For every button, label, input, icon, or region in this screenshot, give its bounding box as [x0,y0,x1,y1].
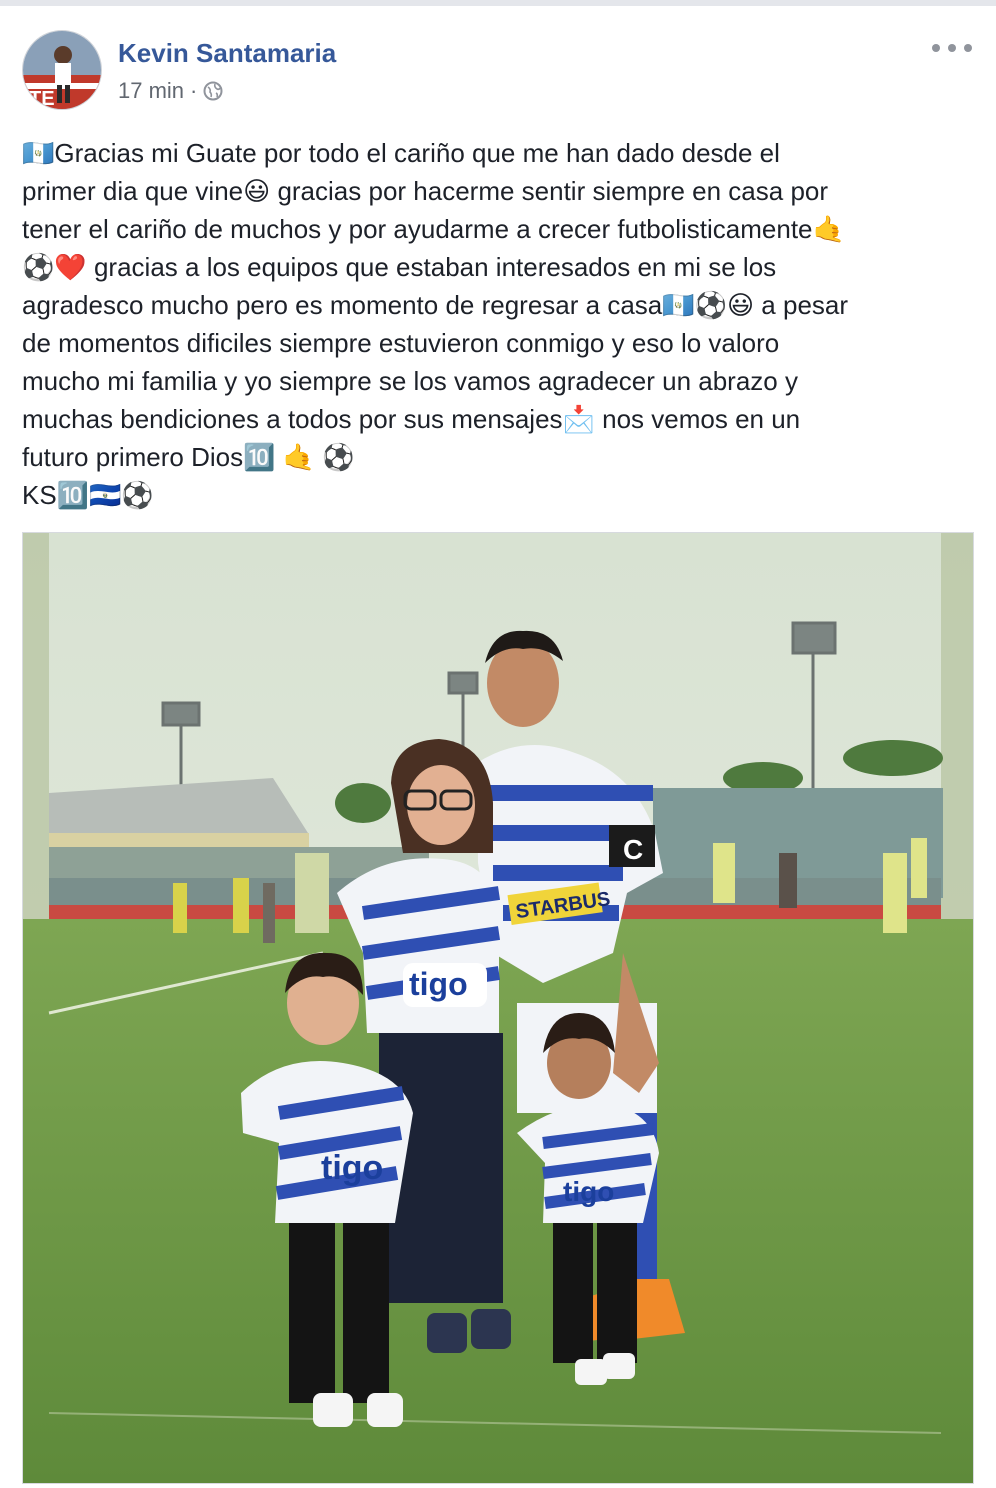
more-dot [932,44,940,52]
post-message: 🇬🇹Gracias mi Guate por todo el cariño qu… [22,134,972,514]
message-line: 🇬🇹Gracias mi Guate por todo el cariño qu… [22,138,780,168]
post-header: TE Kevin Santamaria 17 min · [22,30,972,114]
more-dot [948,44,956,52]
girl-left-sponsor-label: tigo [321,1149,383,1187]
avatar[interactable]: TE [22,30,102,110]
message-line: futuro primero Dios🔟 🤙 ⚽ [22,442,355,472]
woman-sponsor-label: tigo [409,966,468,1002]
author-name[interactable]: Kevin Santamaria [118,38,336,69]
facebook-post: TE Kevin Santamaria 17 min · 🇬🇹Gracias m… [0,6,996,1488]
post-timestamp[interactable]: 17 min [118,78,184,104]
post-photo[interactable]: C STARBUS tigo tigo tigo [22,532,974,1484]
message-line: tener el cariño de muchos y por ayudarme… [22,214,845,244]
svg-text:TE: TE [29,88,55,110]
more-dot [964,44,972,52]
globe-icon[interactable] [203,81,223,101]
message-line: agradesco mucho pero es momento de regre… [22,290,849,320]
meta-separator: · [190,78,198,103]
message-line: ⚽❤️ gracias a los equipos que estaban in… [22,252,777,282]
post-meta: 17 min · [118,78,223,104]
message-line: KS🔟🇸🇻⚽ [22,480,154,510]
message-line: mucho mi familia y yo siempre se los vam… [22,366,798,396]
girl-right-sponsor-label: tigo [563,1176,614,1207]
more-options-icon[interactable] [932,36,972,60]
message-line: muchas bendiciones a todos por sus mensa… [22,404,801,434]
message-line: primer dia que vine😃 gracias por hacerme… [22,176,829,206]
captain-band-label: C [623,834,643,865]
message-line: de momentos dificiles siempre estuvieron… [22,328,780,358]
